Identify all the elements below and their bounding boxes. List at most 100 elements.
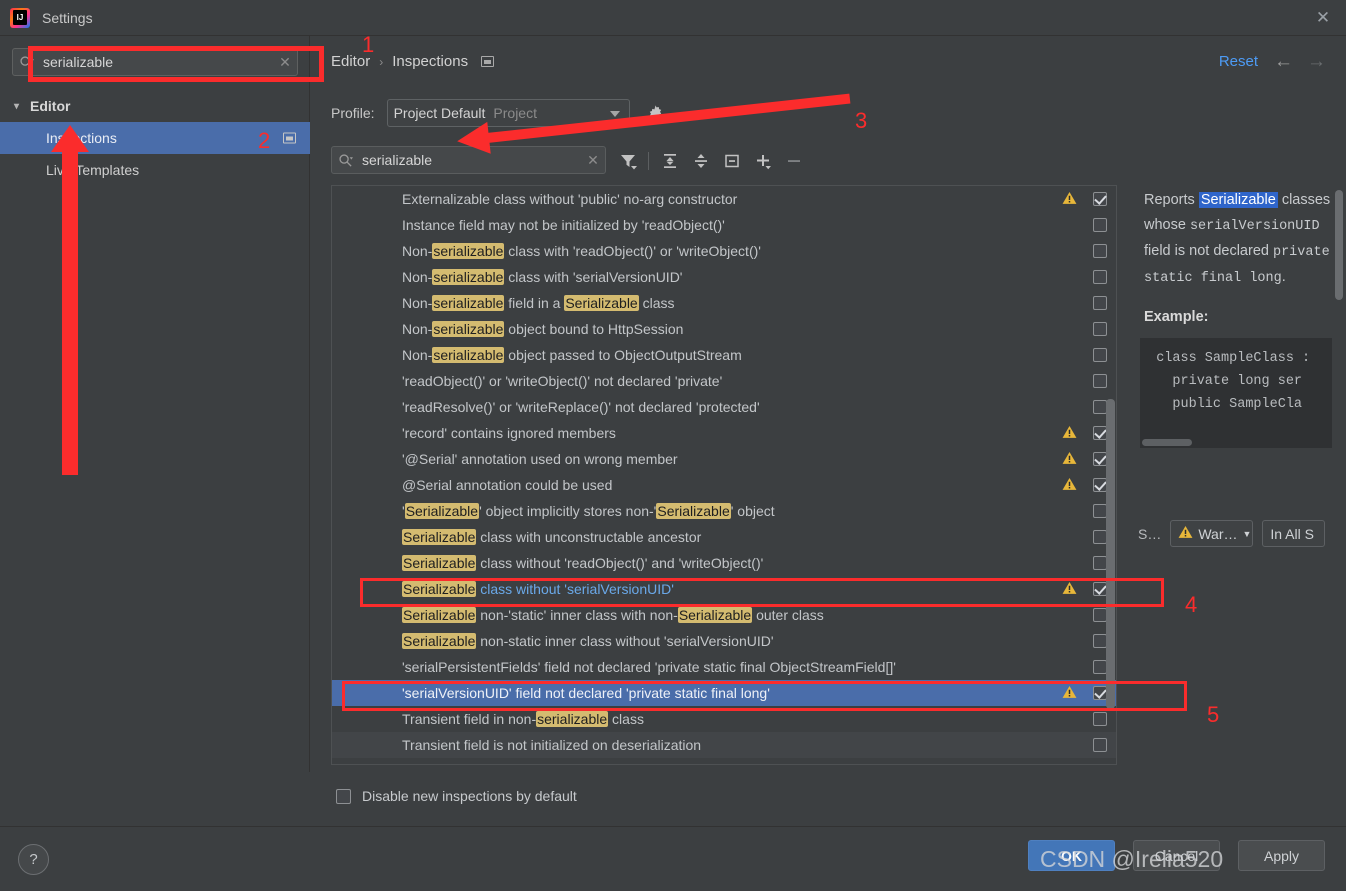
disable-new-inspections-checkbox[interactable] [336,788,351,804]
inspection-row[interactable]: 'readObject()' or 'writeObject()' not de… [332,368,1116,394]
bottom-options: Disable new inspections by default [311,772,1346,826]
inspection-row[interactable]: Externalizable class without 'public' no… [332,186,1116,212]
inspection-row[interactable]: @Serial annotation could be used [332,472,1116,498]
add-icon[interactable] [747,148,778,174]
inspection-row[interactable]: Serializable non-'static' inner class wi… [332,602,1116,628]
inspection-row[interactable]: Serializable non-static inner class with… [332,628,1116,654]
profile-scope: Project [493,105,537,121]
inspection-checkbox[interactable] [1093,712,1107,726]
inspection-search-box[interactable]: serializable ✕ [331,146,606,174]
inspection-checkbox[interactable] [1093,608,1107,622]
code-horizontal-scrollbar[interactable] [1142,439,1192,446]
label-text: class with 'serialVersionUID' [504,269,683,285]
inspection-checkbox[interactable] [1093,556,1107,570]
settings-marker-icon [283,132,296,144]
inspection-row[interactable]: Non-serializable field in a Serializable… [332,290,1116,316]
sidebar-item-live-templates[interactable]: Live Templates [0,154,310,186]
inspection-search-input[interactable]: serializable [358,152,581,168]
sidebar-item-label: Editor [30,98,71,114]
inspection-checkbox[interactable] [1093,660,1107,674]
chevron-right-icon: › [379,54,384,69]
collapse-all-icon[interactable] [685,148,716,174]
match-highlight: serializable [432,347,505,363]
reset-button[interactable]: Reset [1219,53,1258,70]
settings-search-box[interactable]: serializable ✕ [12,48,298,76]
sidebar-item-inspections[interactable]: Inspections [0,122,310,154]
inspection-label: @Serial annotation could be used [402,477,1054,493]
toggle-icon[interactable] [716,148,747,174]
help-icon[interactable]: ? [18,844,49,875]
inspection-row[interactable]: Serializable class without 'serialVersio… [332,576,1116,602]
inspection-checkbox[interactable] [1093,478,1107,492]
match-highlight: Serializable [402,633,477,649]
list-scrollbar[interactable] [1106,187,1115,765]
apply-button[interactable]: Apply [1238,840,1325,871]
inspection-search-clear-icon[interactable]: ✕ [581,152,605,169]
inspection-checkbox[interactable] [1093,530,1107,544]
inspection-checkbox[interactable] [1093,738,1107,752]
inspection-row[interactable]: Serializable class without 'readObject()… [332,550,1116,576]
inspection-checkbox[interactable] [1093,686,1107,700]
breadcrumb-item-inspections[interactable]: Inspections [392,53,468,70]
severity-select[interactable]: War… ▼ [1170,520,1254,547]
description-scrollbar-thumb[interactable] [1335,190,1343,300]
inspection-row[interactable]: Serializable class with unconstructable … [332,524,1116,550]
inspection-checkbox[interactable] [1093,322,1107,336]
inspection-row[interactable]: '@Serial' annotation used on wrong membe… [332,446,1116,472]
inspection-row[interactable]: 'serialPersistentFields' field not decla… [332,654,1116,680]
inspection-checkbox[interactable] [1093,582,1107,596]
desc-highlight: Serializable [1198,192,1278,208]
scrollbar-thumb[interactable] [1106,399,1115,709]
remove-icon [778,148,809,174]
inspection-checkbox[interactable] [1093,374,1107,388]
inspection-checkbox[interactable] [1093,296,1107,310]
inspection-row[interactable]: Transient field in non-serializable clas… [332,706,1116,732]
inspection-checkbox[interactable] [1093,400,1107,414]
inspection-row[interactable]: Non-serializable object passed to Object… [332,342,1116,368]
match-highlight: Serializable [677,607,753,623]
inspection-label: Serializable class with unconstructable … [402,529,1054,545]
label-text: class with 'readObject()' or 'writeObjec… [504,243,761,259]
search-clear-icon[interactable]: ✕ [273,54,297,71]
inspection-checkbox[interactable] [1093,348,1107,362]
breadcrumb-item-editor[interactable]: Editor [331,53,370,70]
inspection-checkbox[interactable] [1093,426,1107,440]
inspection-checkbox[interactable] [1093,634,1107,648]
warning-triangle-icon [1054,477,1084,494]
inspections-list[interactable]: Externalizable class without 'public' no… [331,185,1117,765]
inspection-row[interactable]: Non-serializable class with 'readObject(… [332,238,1116,264]
arrow-right-icon[interactable]: → [1307,51,1326,73]
profile-row: Profile: Project Default Project [331,99,665,127]
warning-triangle-icon [1054,581,1084,598]
warning-triangle-icon [1054,451,1084,468]
inspection-checkbox[interactable] [1093,244,1107,258]
inspection-row[interactable]: Non-serializable class with 'serialVersi… [332,264,1116,290]
inspection-checkbox[interactable] [1093,504,1107,518]
inspection-checkbox[interactable] [1093,192,1107,206]
filter-icon[interactable] [612,148,643,174]
label-text: class [608,711,644,727]
inspection-checkbox[interactable] [1093,270,1107,284]
label-text: non-static inner class without 'serialVe… [476,633,774,649]
inspection-row[interactable]: Transient field is not initialized on de… [332,732,1116,758]
inspection-row[interactable]: 'record' contains ignored members [332,420,1116,446]
severity-scope-select[interactable]: In All S [1262,520,1326,547]
sidebar-item-editor[interactable]: ▾ Editor [0,90,310,122]
inspection-row[interactable]: Non-serializable object bound to HttpSes… [332,316,1116,342]
arrow-left-icon[interactable]: ← [1274,51,1293,73]
label-text: Instance field may not be initialized by… [402,217,725,233]
sidebar-item-label: Live Templates [46,162,140,178]
inspection-row[interactable]: 'serialVersionUID' field not declared 'p… [332,680,1116,706]
close-icon[interactable]: ✕ [1300,0,1346,35]
inspection-checkbox[interactable] [1093,452,1107,466]
profile-select[interactable]: Project Default Project [386,99,630,127]
expand-all-icon[interactable] [654,148,685,174]
inspection-row[interactable]: Instance field may not be initialized by… [332,212,1116,238]
settings-search-input[interactable]: serializable [39,54,273,70]
disable-new-inspections-row[interactable]: Disable new inspections by default [336,788,577,804]
inspection-checkbox[interactable] [1093,218,1107,232]
inspection-row[interactable]: 'readResolve()' or 'writeReplace()' not … [332,394,1116,420]
inspection-row[interactable]: 'Serializable' object implicitly stores … [332,498,1116,524]
label-text: outer class [752,607,824,623]
gear-icon[interactable] [646,104,665,123]
